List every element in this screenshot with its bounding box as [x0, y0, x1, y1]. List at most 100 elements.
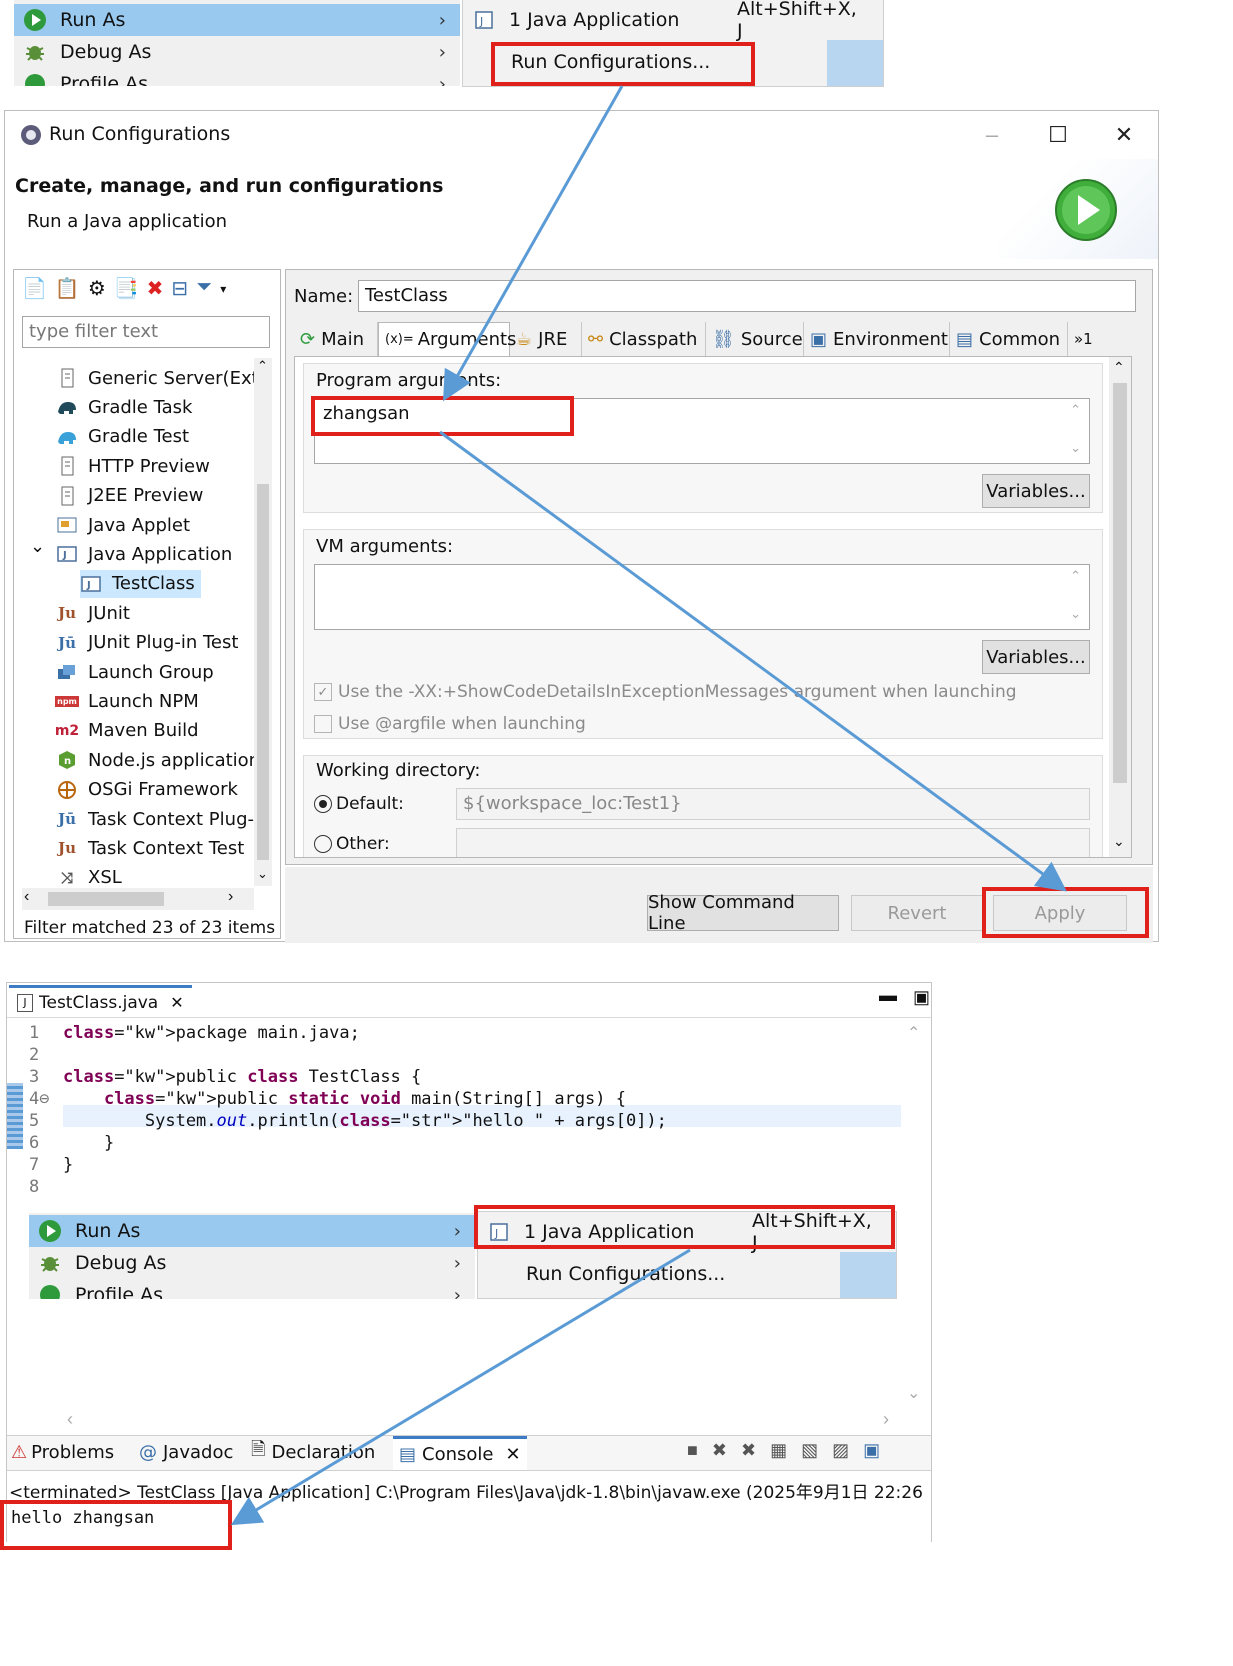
tree-item[interactable]: m2 Maven Build: [55, 717, 199, 745]
submenu-run-configurations[interactable]: Run Configurations...: [463, 46, 863, 78]
content-scroll-up-arrow[interactable]: ⌃: [1113, 359, 1125, 376]
tree-item[interactable]: Jū JUnit Plug-in Test: [56, 629, 238, 657]
close-console-icon[interactable]: ✕: [505, 1444, 520, 1465]
terminate-icon[interactable]: ■: [687, 1440, 698, 1461]
hscroll-thumb[interactable]: [48, 892, 164, 906]
content-vscrollbar[interactable]: ⌃ ⌄: [1109, 357, 1131, 857]
editor-scroll-down-arrow[interactable]: ⌄: [907, 1383, 920, 1403]
vm-textarea-scroll-up-arrow[interactable]: ⌃: [1070, 569, 1081, 584]
textarea-scroll-down-arrow[interactable]: ⌄: [1070, 441, 1081, 456]
minimize-view-icon[interactable]: ▬: [879, 985, 897, 1006]
close-tab-icon[interactable]: ✕: [170, 993, 183, 1012]
scroll-lock-icon[interactable]: ▧: [801, 1440, 818, 1461]
tree-item[interactable]: Java Applet: [56, 511, 190, 539]
tree-item[interactable]: Gradle Task: [56, 393, 192, 421]
tree-item[interactable]: OSGi Framework: [56, 776, 238, 804]
menu-item-run-as[interactable]: Run As ›: [14, 4, 460, 36]
tree-item[interactable]: Ju JUnit: [56, 599, 130, 627]
vm-args-variables-button[interactable]: Variables...: [982, 640, 1090, 674]
submenu-run-configurations[interactable]: Run Configurations...: [478, 1258, 878, 1290]
revert-button[interactable]: Revert: [851, 895, 983, 931]
hscroll-right-arrow[interactable]: ›: [228, 888, 233, 906]
menu-item-profile-as[interactable]: Profile As ›: [29, 1279, 475, 1299]
tree-item[interactable]: Jū Task Context Plug-i: [56, 805, 259, 833]
collapse-all-icon[interactable]: ⊟: [171, 276, 188, 301]
tab-main[interactable]: ⟳ Main: [294, 322, 378, 356]
tree-item[interactable]: Gradle Test: [56, 423, 189, 451]
filter-icon[interactable]: ⏷: [196, 276, 212, 301]
editor-tab[interactable]: J TestClass.java ✕: [9, 985, 192, 1017]
other-radio[interactable]: Other:: [314, 834, 390, 854]
program-args-variables-button[interactable]: Variables...: [982, 474, 1090, 508]
duplicate-config-icon[interactable]: 📑: [114, 276, 139, 301]
remove-launch-icon[interactable]: ✖: [712, 1440, 727, 1461]
tab-environment[interactable]: ▣ Environment: [804, 322, 950, 356]
close-button[interactable]: ✕: [1099, 117, 1149, 153]
menu-item-profile-as[interactable]: Profile As ›: [14, 68, 460, 86]
tree-hscrollbar[interactable]: ‹ ›: [22, 888, 254, 910]
content-scroll-thumb[interactable]: [1113, 383, 1127, 783]
tab-overflow[interactable]: »1: [1068, 322, 1108, 356]
maximize-button[interactable]: ☐: [1033, 117, 1083, 153]
editor-scroll-up-arrow[interactable]: ⌃: [907, 1023, 920, 1043]
delete-config-icon[interactable]: ✖: [147, 276, 164, 301]
tab-declaration[interactable]: 🗎 Declaration: [251, 1436, 375, 1468]
vscroll-down-arrow[interactable]: ⌄: [257, 866, 268, 882]
java-app-icon: J: [80, 573, 102, 595]
vm-args-input[interactable]: ⌃ ⌄: [314, 564, 1090, 630]
tree-item[interactable]: J2EE Preview: [56, 482, 203, 510]
tree-item[interactable]: Generic Server(Exte: [56, 364, 270, 392]
menu-item-debug-as[interactable]: Debug As ›: [29, 1247, 475, 1279]
export-config-icon[interactable]: ⚙: [88, 276, 106, 301]
new-prototype-icon[interactable]: 📋: [55, 276, 80, 301]
menu-item-debug-as[interactable]: Debug As ›: [14, 36, 460, 68]
tree-item[interactable]: npm Launch NPM: [55, 687, 199, 715]
view-menu-icon[interactable]: ▾: [220, 282, 226, 301]
editor-scroll-right-arrow[interactable]: ›: [883, 1409, 889, 1430]
tab-problems[interactable]: ⚠ Problems: [11, 1436, 114, 1468]
tree-item[interactable]: n Node.js application: [56, 746, 260, 774]
chevron-right-icon: ›: [438, 41, 446, 63]
tree-vscrollbar[interactable]: ⌃ ⌄: [254, 358, 272, 886]
tab-jre[interactable]: ☕ JRE: [510, 322, 582, 356]
hscroll-left-arrow[interactable]: ‹: [24, 888, 29, 906]
submenu-java-application[interactable]: J 1 Java Application Alt+Shift+X, J: [463, 0, 863, 42]
tree-item[interactable]: Ju Task Context Test: [56, 834, 244, 862]
default-radio[interactable]: Default:: [314, 794, 404, 814]
tab-common[interactable]: ▤ Common: [950, 322, 1068, 356]
maximize-view-icon[interactable]: ▣: [913, 987, 930, 1008]
apply-button[interactable]: Apply: [993, 895, 1127, 931]
vscroll-up-arrow[interactable]: ⌃: [257, 358, 268, 374]
filter-input[interactable]: type filter text: [22, 316, 270, 348]
show-command-line-button[interactable]: Show Command Line: [647, 892, 839, 934]
tree-item[interactable]: J TestClass: [80, 569, 201, 598]
vscroll-thumb[interactable]: [257, 484, 269, 860]
clear-console-icon[interactable]: ▦: [770, 1440, 787, 1461]
pin-console-icon[interactable]: ▨: [832, 1440, 849, 1461]
tab-console[interactable]: ▤ Console ✕: [393, 1436, 527, 1470]
name-input[interactable]: TestClass: [358, 280, 1136, 312]
vm-textarea-scroll-down-arrow[interactable]: ⌄: [1070, 607, 1081, 622]
junit-plugin-icon: Jū: [57, 810, 76, 828]
remove-all-icon[interactable]: ✖: [741, 1440, 756, 1461]
tab-javadoc[interactable]: @ Javadoc: [139, 1436, 233, 1468]
content-scroll-down-arrow[interactable]: ⌄: [1113, 833, 1125, 850]
textarea-scroll-up-arrow[interactable]: ⌃: [1070, 403, 1081, 418]
code-area[interactable]: 1 class="kw">package main.java; 2 3 class="k…: [7, 1019, 907, 1219]
tab-classpath[interactable]: ⚯ Classpath: [582, 322, 706, 356]
menu-item-run-as[interactable]: Run As ›: [29, 1215, 475, 1247]
tree-item[interactable]: ⌄ J Java Application: [30, 536, 232, 568]
submenu-java-application[interactable]: J 1 Java Application Alt+Shift+X, J: [478, 1212, 878, 1254]
argfile-checkbox[interactable]: Use @argfile when launching: [314, 714, 586, 734]
show-code-details-checkbox[interactable]: ✓ Use the -XX:+ShowCodeDetailsInExceptio…: [314, 682, 1017, 702]
tab-source[interactable]: ⛓ Source: [706, 322, 804, 356]
tab-arguments[interactable]: (x)= Arguments: [378, 322, 516, 356]
open-console-icon[interactable]: ▣: [863, 1440, 880, 1461]
editor-scroll-left-arrow[interactable]: ‹: [67, 1409, 73, 1430]
program-args-input[interactable]: zhangsan ⌃ ⌄: [314, 398, 1090, 464]
tree-item[interactable]: Launch Group: [56, 658, 214, 686]
tree-item[interactable]: HTTP Preview: [56, 452, 210, 480]
chevron-down-icon[interactable]: ⌄: [30, 536, 45, 557]
minimize-button[interactable]: –: [967, 117, 1017, 153]
new-config-icon[interactable]: 📄: [22, 276, 47, 301]
